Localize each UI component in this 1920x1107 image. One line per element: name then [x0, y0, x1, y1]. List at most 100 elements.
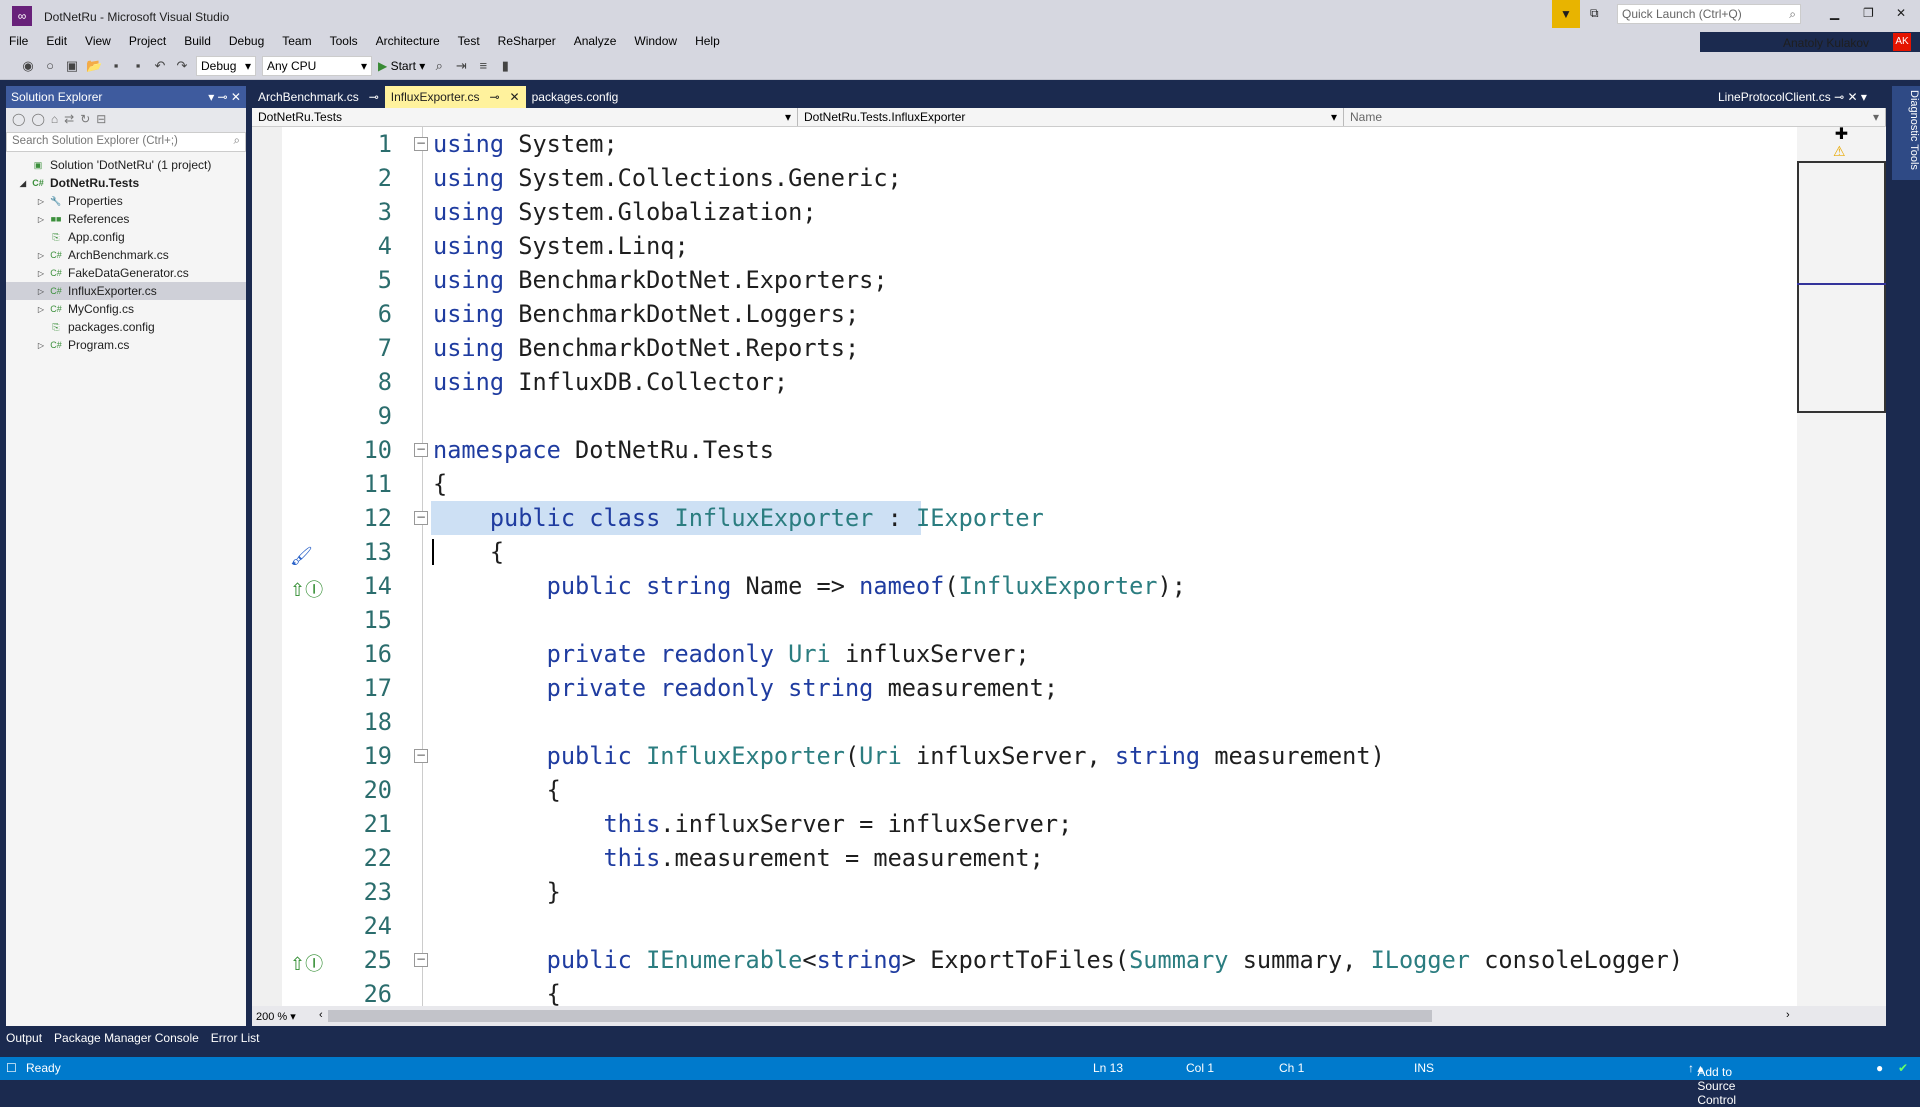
code-line[interactable]: 16 private readonly Uri influxServer; — [252, 637, 1797, 671]
home-icon[interactable]: ⌂ — [51, 112, 58, 128]
menu-item-build[interactable]: Build — [175, 32, 220, 52]
code-line[interactable]: 12 − public class InfluxExporter : IExpor… — [252, 501, 1797, 535]
refresh-icon[interactable]: ↻ — [80, 112, 90, 128]
split-button[interactable]: ✚ — [1797, 127, 1886, 143]
user-avatar[interactable]: AK — [1893, 33, 1911, 51]
code-line[interactable]: 10 − namespace DotNetRu.Tests — [252, 433, 1797, 467]
code-line[interactable]: 9 — [252, 399, 1797, 433]
panel-controls[interactable]: ▾ ⊸ ✕ — [208, 90, 241, 104]
expander-icon[interactable]: ▷ — [34, 305, 48, 314]
code-line[interactable]: 21 this.influxServer = influxServer; — [252, 807, 1797, 841]
start-button[interactable]: ▶ Start ▾ — [378, 59, 425, 73]
minimap-viewport[interactable] — [1797, 161, 1886, 413]
tab-archbenchmark-cs[interactable]: ArchBenchmark.cs ⊸ — [252, 86, 385, 108]
expander-icon[interactable]: ◢ — [16, 179, 30, 188]
close-button[interactable]: ✕ — [1896, 6, 1906, 20]
forward-icon[interactable]: ◯ — [31, 112, 44, 128]
pin-icon[interactable]: ⊸ — [369, 90, 379, 104]
collapse-icon[interactable]: − — [414, 443, 428, 457]
menu-item-edit[interactable]: Edit — [37, 32, 76, 52]
platform-select[interactable]: Any CPU ▾ — [262, 55, 372, 76]
save-all-icon[interactable]: ▪ — [130, 58, 146, 74]
minimize-button[interactable]: ▁ — [1830, 6, 1839, 20]
code-line[interactable]: 15 — [252, 603, 1797, 637]
menu-item-help[interactable]: Help — [686, 32, 729, 52]
expander-icon[interactable]: ▷ — [34, 215, 48, 224]
tree-item[interactable]: ▣ Solution 'DotNetRu' (1 project) — [6, 156, 246, 174]
tree-item[interactable]: ▷ C# Program.cs — [6, 336, 246, 354]
diagnostic-tools-tab[interactable]: Diagnostic Tools — [1892, 86, 1920, 180]
bookmark-icon[interactable]: ▮ — [497, 58, 513, 74]
notification-icon[interactable]: ● — [1876, 1061, 1883, 1075]
tab-package-manager-console[interactable]: Package Manager Console — [48, 1031, 205, 1049]
tree-item[interactable]: ▷ ■■ References — [6, 210, 246, 228]
menu-item-window[interactable]: Window — [625, 32, 686, 52]
code-line[interactable]: 5 using BenchmarkDotNet.Exporters; — [252, 263, 1797, 297]
check-icon[interactable]: ✔ — [1898, 1061, 1908, 1075]
collapse-icon[interactable]: − — [414, 749, 428, 763]
forward-icon[interactable]: ○ — [42, 58, 58, 74]
menu-item-project[interactable]: Project — [120, 32, 175, 52]
configuration-select[interactable]: Debug ▾ — [196, 55, 256, 76]
code-line[interactable]: 20 { — [252, 773, 1797, 807]
add-to-source-control[interactable]: ↑ Add to Source Control ▴ — [1688, 1061, 1736, 1107]
collapse-icon[interactable]: − — [414, 137, 428, 151]
zoom-level[interactable]: 200 % ▾ — [256, 1010, 296, 1023]
code-editor[interactable]: 1− using System; 2 using System.Collections… — [252, 127, 1797, 1006]
expander-icon[interactable]: ▷ — [34, 269, 48, 278]
expander-icon[interactable]: ▷ — [34, 287, 48, 296]
feedback-filter-icon[interactable]: ▼ — [1552, 0, 1580, 28]
menu-item-tools[interactable]: Tools — [321, 32, 367, 52]
back-icon[interactable]: ◉ — [20, 58, 36, 74]
menu-item-view[interactable]: View — [76, 32, 120, 52]
project-dropdown[interactable]: DotNetRu.Tests ▾ — [252, 108, 798, 126]
code-line[interactable]: 1 − using System; — [252, 127, 1797, 161]
collapse-icon[interactable]: ⊟ — [96, 112, 106, 128]
menu-item-team[interactable]: Team — [273, 32, 320, 52]
menu-item-architecture[interactable]: Architecture — [367, 32, 449, 52]
code-line[interactable]: 19 − public InfluxExporter(Uri influxServ… — [252, 739, 1797, 773]
save-icon[interactable]: ▪ — [108, 58, 124, 74]
menu-item-analyze[interactable]: Analyze — [565, 32, 626, 52]
tree-item[interactable]: ▷ C# FakeDataGenerator.cs — [6, 264, 246, 282]
tree-item[interactable]: ▷ C# ArchBenchmark.cs — [6, 246, 246, 264]
close-tab-icon[interactable]: ✕ — [510, 90, 520, 104]
code-line[interactable]: 2 using System.Collections.Generic; — [252, 161, 1797, 195]
user-name[interactable]: Anatoly Kulakov — [1783, 36, 1869, 50]
type-dropdown[interactable]: DotNetRu.Tests.InfluxExporter ▾ — [798, 108, 1344, 126]
quick-launch-input[interactable]: Quick Launch (Ctrl+Q) ⌕ — [1617, 4, 1801, 24]
open-icon[interactable]: 📂 — [86, 58, 102, 74]
new-project-icon[interactable]: ▣ — [64, 58, 80, 74]
code-line[interactable]: 7 using BenchmarkDotNet.Reports; — [252, 331, 1797, 365]
menu-item-test[interactable]: Test — [449, 32, 489, 52]
code-line[interactable]: 8 using InfluxDB.Collector; — [252, 365, 1797, 399]
expander-icon[interactable]: ▷ — [34, 341, 48, 350]
code-line[interactable]: 4 using System.Linq; — [252, 229, 1797, 263]
pin-icon[interactable]: ⊸ — [489, 90, 499, 104]
step-icon[interactable]: ⇥ — [453, 58, 469, 74]
warning-icon[interactable]: ⚠ — [1833, 143, 1846, 160]
tree-item[interactable]: ▷ C# InfluxExporter.cs — [6, 282, 246, 300]
expander-icon[interactable]: ▷ — [34, 197, 48, 206]
code-line[interactable]: 26 { — [252, 977, 1797, 1006]
code-line[interactable]: 23 } — [252, 875, 1797, 909]
vertical-scrollbar-minimap[interactable]: ✚ ⚠ — [1797, 127, 1886, 1006]
tab-packages-config[interactable]: packages.config — [526, 86, 625, 108]
find-icon[interactable]: ⌕ — [431, 58, 447, 74]
code-line[interactable]: 3 using System.Globalization; — [252, 195, 1797, 229]
tree-item[interactable]: ▷ C# MyConfig.cs — [6, 300, 246, 318]
code-line[interactable]: 11 { — [252, 467, 1797, 501]
tree-item[interactable]: ⎘ App.config — [6, 228, 246, 246]
undo-icon[interactable]: ↶ — [152, 58, 168, 74]
code-line[interactable]: 6 using BenchmarkDotNet.Loggers; — [252, 297, 1797, 331]
menu-item-debug[interactable]: Debug — [220, 32, 273, 52]
tab-influxexporter-cs[interactable]: InfluxExporter.cs ⊸ ✕ — [384, 86, 526, 108]
code-line[interactable]: 25 − public IEnumerable<string> ExportToF… — [252, 943, 1797, 977]
preview-tab[interactable]: LineProtocolClient.cs ⊸ ✕ ▾ — [1718, 90, 1867, 104]
horizontal-scrollbar[interactable]: 200 % ▾ ‹ › — [252, 1006, 1886, 1026]
code-line[interactable]: 13 {🖌 — [252, 535, 1797, 569]
scroll-right-icon[interactable]: › — [1786, 1009, 1790, 1021]
notifications-icon[interactable]: ⧉ — [1590, 6, 1599, 21]
tree-item[interactable]: ◢ C# DotNetRu.Tests — [6, 174, 246, 192]
collapse-icon[interactable]: − — [414, 953, 428, 967]
